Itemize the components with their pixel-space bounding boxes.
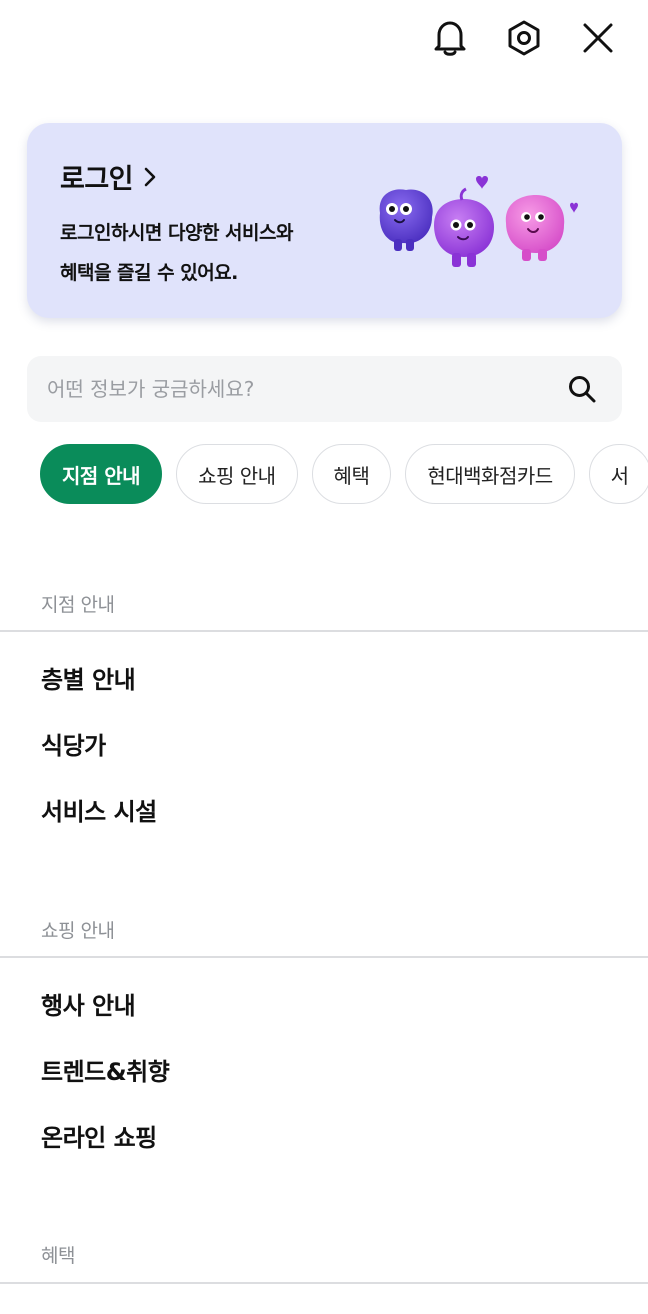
menu-page: 로그인 로그인하시면 다양한 서비스와 혜택을 즐길 수 있어요. 어떤 정보가… xyxy=(0,0,648,1314)
bell-icon[interactable] xyxy=(430,18,470,58)
login-description: 로그인하시면 다양한 서비스와 혜택을 즐길 수 있어요. xyxy=(60,213,360,293)
top-icon-bar xyxy=(430,18,618,58)
chip-benefits[interactable]: 혜택 xyxy=(311,444,392,504)
menu-item-online-shopping[interactable]: 온라인 쇼핑 xyxy=(41,1118,157,1153)
section-label-benefits: 혜택 xyxy=(41,1245,75,1267)
search-input[interactable] xyxy=(47,377,564,401)
divider xyxy=(0,630,648,632)
login-link[interactable]: 로그인 xyxy=(60,157,157,196)
menu-item-floor-guide[interactable]: 층별 안내 xyxy=(41,660,136,695)
mascot-illustration xyxy=(379,176,578,267)
menu-item-service-facilities[interactable]: 서비스 시설 xyxy=(41,792,157,827)
mascot-blue xyxy=(379,189,433,251)
login-card[interactable]: 로그인 로그인하시면 다양한 서비스와 혜택을 즐길 수 있어요. xyxy=(27,123,622,318)
login-desc-line1: 로그인하시면 다양한 서비스와 xyxy=(60,222,293,244)
chevron-right-icon xyxy=(144,167,156,186)
chip-service[interactable]: 서 xyxy=(588,444,648,504)
category-chips: 지점 안내 쇼핑 안내 혜택 현대백화점카드 서 xyxy=(40,444,648,504)
divider xyxy=(0,956,648,958)
close-icon[interactable] xyxy=(578,18,618,58)
mascot-purple xyxy=(434,176,494,267)
login-title: 로그인 xyxy=(60,164,134,195)
search-icon[interactable] xyxy=(564,371,600,407)
section-label-branch: 지점 안내 xyxy=(41,594,115,616)
chip-branch-info[interactable]: 지점 안내 xyxy=(40,444,163,504)
chip-hyundai-card[interactable]: 현대백화점카드 xyxy=(405,444,575,504)
menu-item-trends[interactable]: 트렌드&취향 xyxy=(41,1052,170,1087)
mascot-pink xyxy=(505,195,578,261)
login-desc-line2: 혜택을 즐길 수 있어요. xyxy=(60,262,238,284)
search-bar[interactable] xyxy=(27,356,622,422)
divider xyxy=(0,1282,648,1284)
menu-item-restaurants[interactable]: 식당가 xyxy=(41,726,106,761)
section-label-shopping: 쇼핑 안내 xyxy=(41,920,115,942)
settings-hexagon-icon[interactable] xyxy=(504,18,544,58)
menu-item-events[interactable]: 행사 안내 xyxy=(41,986,136,1021)
chip-shopping-info[interactable]: 쇼핑 안내 xyxy=(176,444,298,504)
